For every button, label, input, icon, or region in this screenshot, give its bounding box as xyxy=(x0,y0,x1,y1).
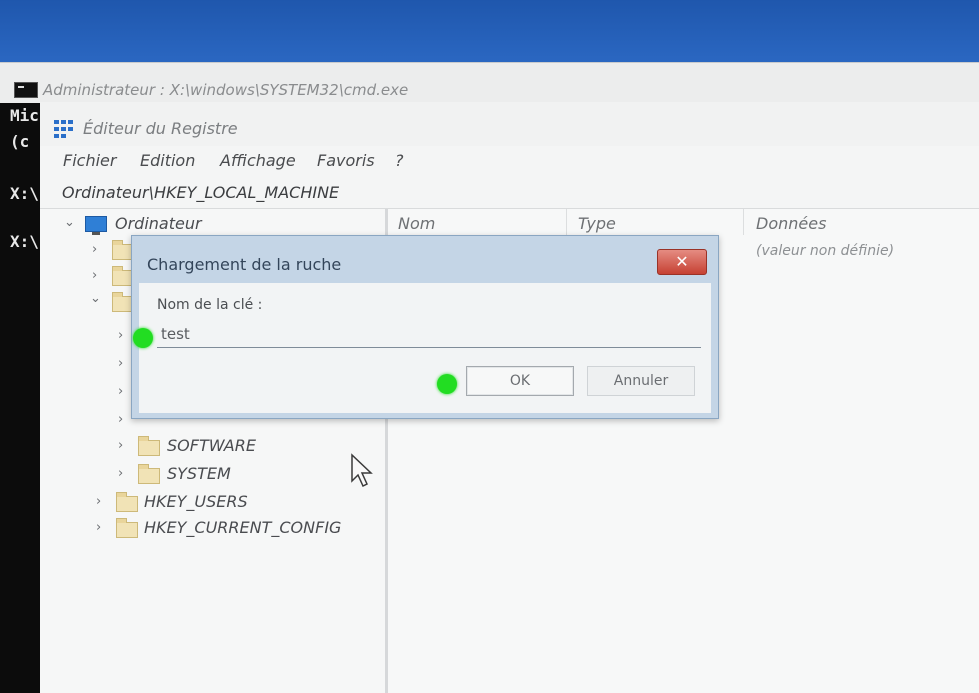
chevron-right-icon[interactable]: › xyxy=(118,412,130,428)
chevron-right-icon[interactable]: › xyxy=(118,438,130,454)
cmd-line: X:\ xyxy=(10,232,39,251)
chevron-right-icon[interactable]: › xyxy=(118,328,130,344)
ok-button[interactable]: OK xyxy=(466,366,574,396)
tree-item[interactable]: › xyxy=(40,265,140,289)
cmd-line: X:\ xyxy=(10,184,39,203)
tree-item-label: HKEY_USERS xyxy=(144,492,248,511)
tree-item-ordinateur[interactable]: ⌄ Ordinateur xyxy=(40,213,380,237)
chevron-right-icon[interactable]: › xyxy=(92,268,104,284)
tree-item-label: SOFTWARE xyxy=(167,436,256,455)
tree-item[interactable]: › xyxy=(40,409,140,433)
key-name-label: Nom de la clé : xyxy=(157,297,263,313)
tree-item-hkey-current-config[interactable]: › HKEY_CURRENT_CONFIG xyxy=(40,517,370,541)
tree-item[interactable]: › xyxy=(40,325,140,349)
cmd-titlebar[interactable]: Administrateur : X:\windows\SYSTEM32\cmd… xyxy=(0,62,979,103)
menu-fichier[interactable]: Fichier xyxy=(63,151,116,170)
folder-icon xyxy=(116,518,138,538)
menu-affichage[interactable]: Affichage xyxy=(220,151,296,170)
cmd-line: Mic xyxy=(10,106,39,125)
chevron-right-icon[interactable]: › xyxy=(118,356,130,372)
load-hive-dialog: Chargement de la ruche ✕ Nom de la clé :… xyxy=(131,235,719,419)
green-marker-dot xyxy=(437,374,457,394)
console-icon xyxy=(14,82,38,98)
folder-icon xyxy=(116,492,138,512)
menu-help[interactable]: ? xyxy=(395,151,404,170)
folder-icon xyxy=(138,436,160,456)
mouse-pointer-icon xyxy=(351,453,373,488)
column-separator[interactable] xyxy=(566,209,567,235)
chevron-down-icon[interactable]: ⌄ xyxy=(90,291,102,307)
registry-icon xyxy=(54,120,74,138)
column-header-name[interactable]: Nom xyxy=(398,214,435,233)
address-path: Ordinateur\HKEY_LOCAL_MACHINE xyxy=(62,183,340,202)
dialog-title: Chargement de la ruche xyxy=(147,255,342,274)
regedit-window-title: Éditeur du Registre xyxy=(83,119,238,138)
dialog-body: Nom de la clé : OK Annuler xyxy=(139,283,711,413)
menu-favoris[interactable]: Favoris xyxy=(317,151,375,170)
column-header-data[interactable]: Données xyxy=(756,214,826,233)
cancel-button[interactable]: Annuler xyxy=(587,366,695,396)
chevron-right-icon[interactable]: › xyxy=(118,384,130,400)
key-name-input[interactable] xyxy=(157,321,701,348)
chevron-right-icon[interactable]: › xyxy=(96,520,108,536)
tree-item[interactable]: › xyxy=(40,381,140,405)
tree-item-hklm[interactable]: ⌄ xyxy=(40,291,140,315)
desktop-background xyxy=(0,0,979,70)
menu-bar: Fichier Edition Affichage Favoris ? xyxy=(40,148,979,176)
address-bar[interactable]: Ordinateur\HKEY_LOCAL_MACHINE xyxy=(40,180,979,209)
cmd-line: (c xyxy=(10,132,30,151)
tree-item-label: SYSTEM xyxy=(167,464,231,483)
tree-item-software[interactable]: › SOFTWARE xyxy=(40,435,300,459)
chevron-right-icon[interactable]: › xyxy=(96,494,108,510)
tree-item-system[interactable]: › SYSTEM xyxy=(40,463,300,487)
tree-item-hkey-users[interactable]: › HKEY_USERS xyxy=(40,491,340,515)
tree-item[interactable]: › xyxy=(40,353,140,377)
tree-item-label: Ordinateur xyxy=(115,214,202,233)
column-header-type[interactable]: Type xyxy=(578,214,616,233)
regedit-titlebar[interactable]: Éditeur du Registre xyxy=(40,102,979,146)
cmd-window-title: Administrateur : X:\windows\SYSTEM32\cmd… xyxy=(43,81,409,99)
chevron-right-icon[interactable]: › xyxy=(92,242,104,258)
column-separator[interactable] xyxy=(743,209,744,235)
close-icon[interactable]: ✕ xyxy=(657,249,707,275)
chevron-right-icon[interactable]: › xyxy=(118,466,130,482)
chevron-down-icon[interactable]: ⌄ xyxy=(64,215,76,231)
green-marker-dot xyxy=(133,328,153,348)
menu-edition[interactable]: Edition xyxy=(140,151,195,170)
computer-icon xyxy=(85,216,107,235)
tree-item-label: HKEY_CURRENT_CONFIG xyxy=(144,518,342,537)
tree-item[interactable]: › xyxy=(40,239,140,263)
default-value-data: (valeur non définie) xyxy=(756,243,895,259)
folder-icon xyxy=(138,464,160,484)
